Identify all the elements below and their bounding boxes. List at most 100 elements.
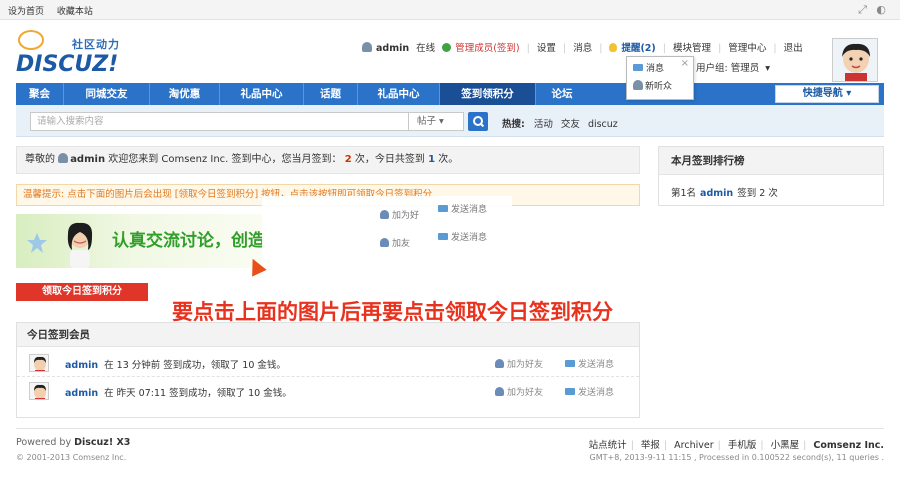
sign-in-banner[interactable]: 认真交流讨论，创造 [16, 214, 274, 268]
member-name-link[interactable]: admin [65, 388, 98, 399]
ghost-send-message[interactable]: 发送消息 [438, 202, 487, 215]
member-avatar[interactable] [29, 354, 49, 372]
username-link[interactable]: admin [376, 43, 409, 54]
popup-new-listener-item[interactable]: 新听众 [633, 79, 672, 93]
separator: | [663, 440, 668, 451]
user-group-link[interactable]: 管理成员(签到) [455, 43, 519, 54]
settings-link[interactable]: 设置 [537, 43, 556, 54]
site-logo[interactable]: 社区动力 DISCUZ! [14, 30, 144, 77]
ghost-add-friend-label: 加友 [392, 239, 411, 249]
girl-illustration [67, 222, 93, 268]
powered-brand-link[interactable]: Discuz! X3 [74, 437, 130, 448]
rank-position: 第1名 [671, 188, 697, 199]
expand-icon[interactable]: ⤢ [858, 3, 867, 16]
messages-link[interactable]: 消息 [573, 43, 592, 54]
nav-item-deals[interactable]: 淘优惠 [150, 83, 220, 105]
nav-item-sign-in-points[interactable]: 签到领积分 [440, 83, 536, 105]
online-status: 在线 [416, 43, 436, 54]
search-input[interactable]: 请输入搜索内容 [30, 112, 420, 131]
separator: | [760, 440, 764, 451]
admin-center-link[interactable]: 管理中心 [728, 43, 766, 54]
add-friend-link[interactable]: 加为好友 [495, 357, 543, 370]
month-sign-count: 2 [344, 154, 352, 165]
ghost-send-message-label: 发送消息 [451, 205, 488, 215]
hot-term[interactable]: discuz [588, 119, 618, 130]
style-switch-icon[interactable]: ◐ [876, 3, 886, 16]
popup-messages-label: 消息 [646, 64, 665, 74]
bookmark-link[interactable]: 收藏本站 [57, 7, 93, 17]
today-members-box: 今日签到会员 admin 在 13 分钟前 签到成功，领取了 10 金钱。 加为好… [16, 322, 640, 418]
nav-item-gift-center-2[interactable]: 礼品中心 [358, 83, 440, 105]
footer-link-blacklist[interactable]: 小黑屋 [771, 440, 800, 451]
separator: | [717, 440, 721, 451]
search-scope-select[interactable]: 帖子 ▾ [408, 112, 464, 131]
footer-link-stats[interactable]: 站点统计 [589, 440, 627, 451]
set-home-link[interactable]: 设为首页 [8, 7, 44, 17]
welcome-prefix: 尊敬的 [25, 154, 55, 165]
separator: | [718, 43, 722, 54]
add-friend-link[interactable]: 加为好友 [495, 385, 543, 398]
footer-link-mobile[interactable]: 手机版 [728, 440, 757, 451]
member-name-link[interactable]: admin [65, 360, 98, 371]
logout-link[interactable]: 退出 [784, 43, 803, 54]
welcome-username[interactable]: admin [70, 154, 105, 165]
popup-messages-item[interactable]: 消息 [633, 61, 664, 75]
member-detail: 在 13 分钟前 签到成功，领取了 10 金钱。 [104, 360, 286, 371]
footer-link-company[interactable]: Comsenz Inc. [813, 440, 884, 451]
user-subnav: 用户组: 管理员 ▾ [690, 60, 770, 74]
star-icon [27, 233, 47, 253]
rank-name-link[interactable]: admin [700, 188, 733, 199]
ghost-send-message[interactable]: 发送消息 [438, 230, 487, 243]
close-icon[interactable]: × [681, 58, 689, 69]
search-scope-value: 帖子 [417, 116, 437, 127]
claim-sign-in-points-button[interactable]: 领取今日签到积分 [16, 283, 148, 301]
nav-item-gift-center[interactable]: 礼品中心 [220, 83, 304, 105]
user-icon [362, 42, 372, 52]
module-manage-link[interactable]: 模块管理 [673, 43, 711, 54]
separator: | [803, 440, 807, 451]
footer-link-report[interactable]: 举报 [641, 440, 660, 451]
envelope-icon [438, 233, 448, 240]
hot-search: 热搜: 活动 交友 discuz [502, 116, 623, 130]
user-group-dropdown[interactable]: 用户组: 管理员 [696, 63, 759, 74]
hot-term[interactable]: 交友 [561, 119, 580, 130]
server-time-info: GMT+8, 2013-9-11 11:15 , Processed in 0.… [589, 453, 884, 462]
user-icon [58, 153, 69, 163]
nav-item-gathering[interactable]: 聚会 [16, 83, 64, 105]
user-avatar[interactable] [832, 38, 878, 82]
member-info: admin 在 昨天 07:11 签到成功，领取了 10 金钱。 [65, 385, 292, 399]
nav-item-local-dating[interactable]: 同城交友 [64, 83, 150, 105]
footer-link-archiver[interactable]: Archiver [674, 440, 713, 451]
separator: | [773, 43, 777, 54]
notification-popup: × 消息 新听众 [626, 56, 694, 100]
separator: | [562, 43, 567, 54]
separator: | [526, 43, 530, 54]
quick-nav-button[interactable]: 快捷导航 ▾ [775, 85, 879, 103]
envelope-icon [633, 64, 643, 71]
ghost-add-friend[interactable]: 加为好 [380, 208, 419, 221]
envelope-icon [565, 360, 575, 367]
person-icon [495, 359, 504, 368]
member-row: admin 在 昨天 07:11 签到成功，领取了 10 金钱。 加为好友 发送消… [17, 377, 639, 405]
check-icon [442, 43, 452, 52]
hot-search-label: 热搜: [502, 119, 525, 130]
hover-menu-overlay: 加为好 发送消息 加友 发送消息 [262, 196, 512, 300]
user-nav: admin 在线 管理成员(签到) | 设置 | 消息 | 提醒(2) | 模块… [362, 40, 807, 54]
send-message-label: 发送消息 [578, 360, 615, 370]
ghost-add-friend[interactable]: 加友 [380, 236, 410, 249]
reminders-link[interactable]: 提醒(2) [621, 43, 655, 54]
send-message-link[interactable]: 发送消息 [565, 357, 614, 370]
send-message-link[interactable]: 发送消息 [565, 385, 614, 398]
search-button[interactable] [468, 112, 488, 131]
nav-item-forum[interactable]: 论坛 [536, 83, 588, 105]
hot-term[interactable]: 活动 [534, 119, 553, 130]
nav-item-topics[interactable]: 话题 [304, 83, 358, 105]
ghost-send-message-label: 发送消息 [451, 233, 488, 243]
member-row: admin 在 13 分钟前 签到成功，领取了 10 金钱。 加为好友 发送消息 [17, 349, 639, 377]
member-detail: 在 昨天 07:11 签到成功，领取了 10 金钱。 [104, 388, 292, 399]
member-avatar[interactable] [29, 382, 49, 400]
add-friend-label: 加为好友 [507, 388, 544, 398]
monthly-rank-box: 本月签到排行榜 第1名 admin 签到 2 次 [658, 146, 884, 206]
chevron-down-icon: ▾ [439, 116, 444, 127]
copyright: © 2001-2013 Comsenz Inc. [16, 453, 127, 462]
